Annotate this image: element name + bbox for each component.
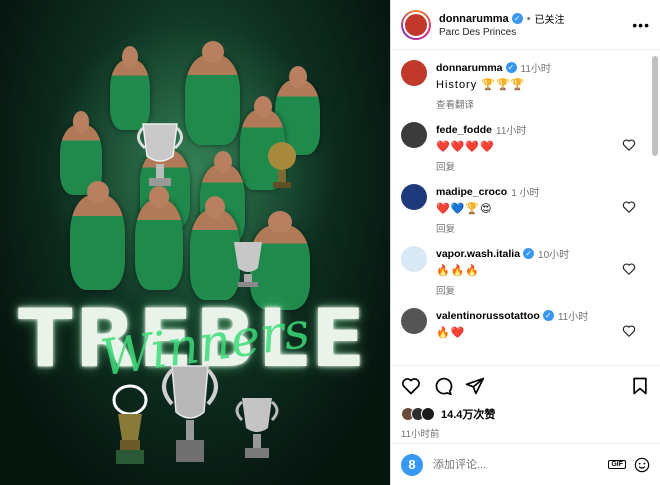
commenter-avatar[interactable] bbox=[401, 308, 427, 334]
comment-text: 🔥🔥🔥 bbox=[436, 265, 481, 277]
like-heart-icon[interactable] bbox=[401, 376, 421, 396]
player-figure bbox=[70, 181, 125, 290]
comment-time: 11小时 bbox=[520, 64, 551, 75]
action-bar bbox=[391, 365, 660, 405]
comment-header: madipe_croco 1 小时 bbox=[436, 184, 650, 200]
comment-like-heart-icon[interactable] bbox=[622, 262, 636, 276]
likes-row[interactable]: 14.4万次赞 bbox=[391, 405, 660, 423]
see-translation-link[interactable]: 查看翻译 bbox=[436, 97, 650, 111]
more-options-icon[interactable]: ••• bbox=[632, 17, 650, 33]
commenter-avatar[interactable] bbox=[401, 122, 427, 148]
likes-count[interactable]: 14.4万次赞 bbox=[441, 406, 495, 422]
commenter-username[interactable]: donnarumma bbox=[436, 62, 503, 74]
comment-item: valentinorussotattoo ✓ 11小时 🔥❤️ bbox=[391, 304, 660, 365]
bookmark-icon[interactable] bbox=[630, 376, 650, 396]
comment-text: ❤️❤️❤️❤️ bbox=[436, 141, 495, 153]
verified-badge-icon: ✓ bbox=[542, 310, 554, 321]
comment-text: ❤️💙🏆😍 bbox=[436, 203, 493, 215]
player-figure bbox=[185, 41, 240, 145]
comment-body: valentinorussotattoo ✓ 11小时 🔥❤️ bbox=[436, 308, 650, 362]
author-username[interactable]: donnarumma bbox=[439, 13, 509, 25]
comment-text: 🔥❤️ bbox=[436, 327, 466, 339]
comment-body: donnarumma ✓ 11小时 History 🏆🏆🏆 查看翻译 bbox=[436, 60, 650, 114]
comment-body: fede_fodde 11小时 ❤️❤️❤️❤️ 回复 bbox=[436, 122, 650, 176]
post-side-panel: donnarumma ✓ • 已关注 Parc Des Princes ••• … bbox=[390, 0, 660, 485]
commenter-username[interactable]: valentinorussotattoo bbox=[436, 310, 540, 322]
emoji-icon[interactable] bbox=[634, 457, 650, 473]
comment-body: madipe_croco 1 小时 ❤️💙🏆😍 回复 bbox=[436, 184, 650, 238]
liker-avatars bbox=[401, 407, 435, 421]
post-timestamp: 11小时前 bbox=[401, 429, 440, 440]
comment-time: 10小时 bbox=[538, 250, 570, 261]
comment-header: fede_fodde 11小时 bbox=[436, 122, 650, 138]
liker-avatar bbox=[421, 407, 435, 421]
author-avatar[interactable] bbox=[401, 9, 431, 40]
comment-header: vapor.wash.italia ✓ 10小时 bbox=[436, 246, 650, 262]
comment-time: 1 小时 bbox=[511, 188, 540, 199]
commenter-avatar[interactable] bbox=[401, 184, 427, 210]
coupe-de-france-trophy-icon bbox=[235, 398, 279, 458]
reply-link[interactable]: 回复 bbox=[436, 221, 650, 235]
comment-text: History 🏆🏆🏆 bbox=[436, 79, 526, 91]
commenter-username[interactable]: vapor.wash.italia bbox=[436, 248, 520, 260]
reply-link[interactable]: 回复 bbox=[436, 159, 650, 173]
share-icon[interactable] bbox=[465, 376, 485, 396]
comment-body: vapor.wash.italia ✓ 10小时 🔥🔥🔥 回复 bbox=[436, 246, 650, 300]
instagram-post-window: TREBLE Winners donnarumma ✓ • 已关注 Parc D… bbox=[0, 0, 660, 485]
comment-time: 11小时 bbox=[496, 126, 527, 137]
verified-badge-icon: ✓ bbox=[511, 13, 523, 24]
separator-dot: • bbox=[526, 12, 531, 25]
comment-header: valentinorussotattoo ✓ 11小时 bbox=[436, 308, 650, 324]
comment-item: fede_fodde 11小时 ❤️❤️❤️❤️ 回复 bbox=[391, 118, 660, 180]
held-trophy-icon bbox=[268, 142, 296, 188]
comment-like-heart-icon[interactable] bbox=[622, 324, 636, 338]
add-comment-input[interactable] bbox=[433, 458, 609, 471]
current-user-avatar: 8 bbox=[401, 453, 423, 476]
verified-badge-icon: ✓ bbox=[505, 62, 517, 73]
comment-item: donnarumma ✓ 11小时 History 🏆🏆🏆 查看翻译 bbox=[391, 56, 660, 118]
held-trophy-icon bbox=[234, 242, 262, 287]
comment-like-heart-icon[interactable] bbox=[622, 138, 636, 152]
comment-composer: 8 GIF bbox=[391, 443, 660, 485]
commenter-avatar[interactable] bbox=[401, 246, 427, 272]
comment-header: donnarumma ✓ 11小时 bbox=[436, 60, 650, 76]
reply-link[interactable]: 回复 bbox=[436, 283, 650, 297]
player-figure bbox=[135, 186, 183, 290]
commenter-username[interactable]: fede_fodde bbox=[436, 124, 492, 136]
comment-item: madipe_croco 1 小时 ❤️💙🏆😍 回复 bbox=[391, 180, 660, 242]
post-header: donnarumma ✓ • 已关注 Parc Des Princes ••• bbox=[391, 0, 660, 50]
author-info: donnarumma ✓ • 已关注 Parc Des Princes bbox=[439, 11, 632, 39]
commenter-username[interactable]: madipe_croco bbox=[436, 186, 507, 198]
gif-icon[interactable]: GIF bbox=[608, 460, 626, 469]
comment-icon[interactable] bbox=[433, 376, 453, 396]
ligue1-trophy-icon bbox=[112, 384, 148, 464]
champions-league-trophy-icon bbox=[162, 365, 218, 462]
following-button[interactable]: 已关注 bbox=[535, 11, 565, 26]
comment-time: 11小时 bbox=[557, 312, 589, 323]
commenter-avatar[interactable] bbox=[401, 60, 427, 86]
verified-badge-icon: ✓ bbox=[523, 248, 535, 259]
post-location[interactable]: Parc Des Princes bbox=[439, 27, 632, 38]
comment-like-heart-icon[interactable] bbox=[622, 200, 636, 214]
held-trophy-icon bbox=[137, 123, 183, 186]
post-image[interactable]: TREBLE Winners bbox=[0, 0, 390, 485]
author-line: donnarumma ✓ • 已关注 bbox=[439, 11, 632, 27]
comments-list[interactable]: donnarumma ✓ 11小时 History 🏆🏆🏆 查看翻译 fede_… bbox=[391, 50, 660, 365]
comment-item: vapor.wash.italia ✓ 10小时 🔥🔥🔥 回复 bbox=[391, 242, 660, 304]
